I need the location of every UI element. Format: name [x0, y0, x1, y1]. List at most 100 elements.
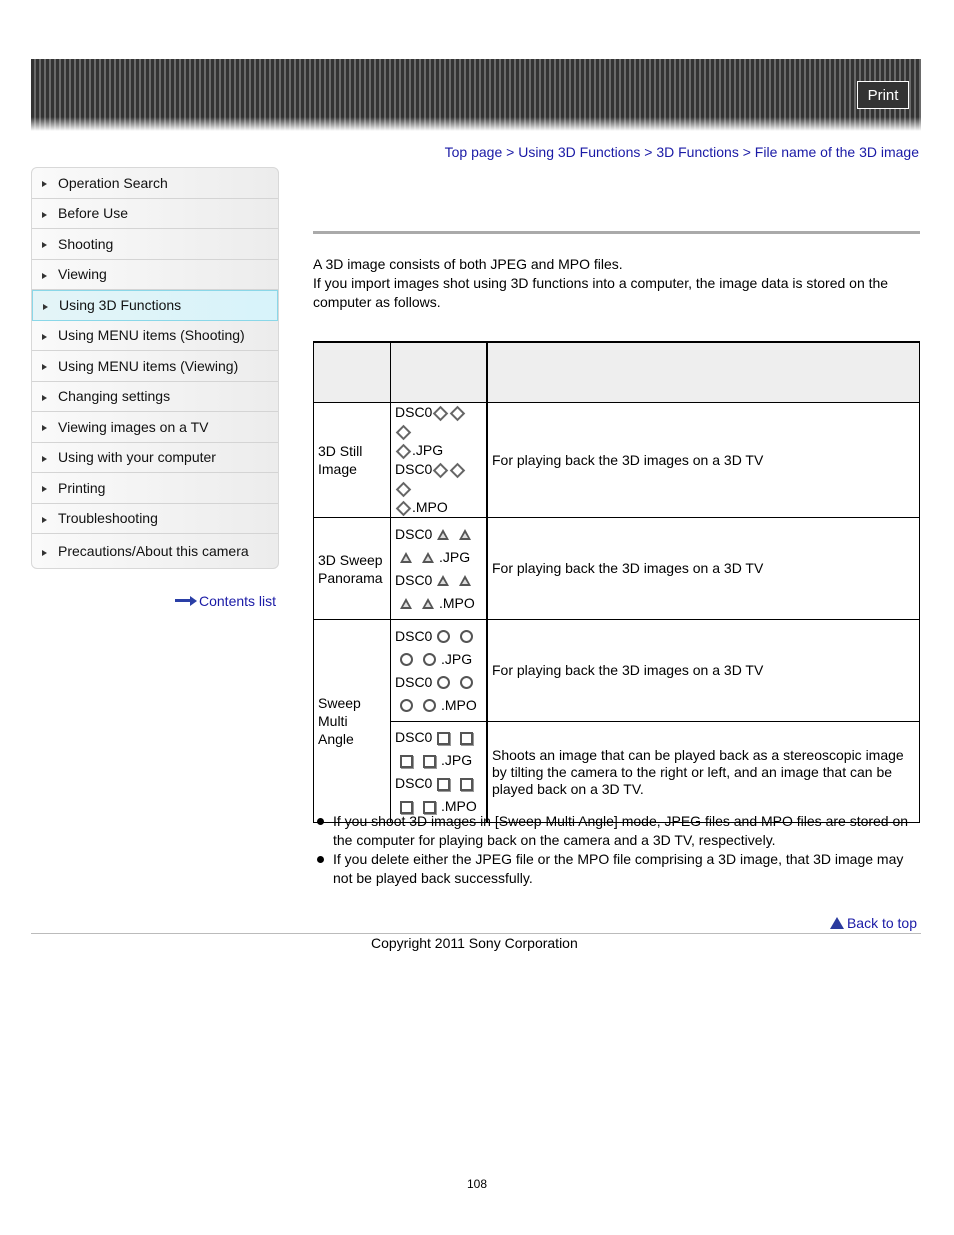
- note-item: If you shoot 3D images in [Sweep Multi A…: [313, 812, 920, 850]
- table-header-row: [313, 341, 920, 403]
- filename-prefix: DSC0: [395, 404, 433, 420]
- filename-ext-mpo: .MPO: [412, 499, 448, 515]
- diamond-icon: [433, 462, 449, 479]
- filename-cell: DSC0 .JPG DSC0 .MPO: [390, 402, 488, 518]
- filename-cell: DSC0 .JPG DSC0 .MPO: [390, 619, 488, 722]
- note-item: If you delete either the JPEG file or th…: [313, 850, 920, 888]
- sidebar-item-viewing[interactable]: Viewing: [32, 260, 278, 290]
- arrow-right-icon: [42, 333, 47, 340]
- filename-prefix: DSC0: [395, 775, 433, 791]
- sidebar-item-label: Changing settings: [58, 388, 171, 405]
- sidebar-item-operation-search[interactable]: Operation Search: [32, 168, 278, 199]
- square-icon: [400, 754, 413, 768]
- back-to-top-link[interactable]: Back to top: [829, 915, 917, 931]
- square-icon: [460, 731, 474, 745]
- circle-icon: [400, 699, 413, 713]
- arrow-right-icon: [42, 516, 47, 523]
- sidebar-item-troubleshooting[interactable]: Troubleshooting: [32, 504, 278, 534]
- sidebar-item-viewing-tv[interactable]: Viewing images on a TV: [32, 412, 278, 443]
- sidebar-item-label: Printing: [58, 479, 106, 496]
- contents-list-link[interactable]: Contents list: [175, 593, 276, 609]
- diamond-icon: [395, 443, 412, 460]
- diamond-icon: [450, 405, 466, 422]
- table-row: Sweep Multi Angle DSC0 .JPG DSC0 .MPO Fo…: [313, 619, 920, 823]
- square-icon: [460, 777, 474, 791]
- table-header-cell: [486, 341, 920, 403]
- sidebar-item-label: Operation Search: [58, 174, 168, 191]
- table-row: 3D Sweep Panorama DSC0 .JPG DSC0 .MPO Fo…: [313, 517, 920, 620]
- intro-text: A 3D image consists of both JPEG and MPO…: [313, 255, 920, 312]
- sidebar-item-label: Shooting: [58, 235, 114, 252]
- sidebar-item-using-3d-functions[interactable]: Using 3D Functions: [32, 290, 278, 321]
- sidebar-item-label: Using with your computer: [58, 449, 216, 466]
- triangle-icon: [422, 598, 434, 610]
- title-divider: [313, 231, 920, 234]
- notes-list: If you shoot 3D images in [Sweep Multi A…: [313, 812, 920, 888]
- breadcrumb-3d-functions[interactable]: 3D Functions: [656, 144, 738, 160]
- breadcrumb-separator: >: [742, 144, 751, 160]
- diamond-icon: [395, 424, 412, 441]
- filename-prefix: DSC0: [395, 673, 433, 690]
- breadcrumb-top-page[interactable]: Top page: [445, 144, 503, 160]
- sidebar-item-label: Using 3D Functions: [59, 297, 182, 314]
- filename-cell: DSC0 .JPG DSC0 .MPO: [390, 517, 488, 620]
- square-icon: [437, 777, 451, 791]
- table-row: 3D Still Image DSC0 .JPG DSC0 .MPO For p…: [313, 402, 920, 518]
- sidebar-item-label: Precautions/About this camera: [58, 543, 249, 559]
- breadcrumb-separator: >: [506, 144, 515, 160]
- arrow-right-icon: [43, 303, 48, 310]
- sidebar-item-before-use[interactable]: Before Use: [32, 199, 278, 229]
- filename-prefix: DSC0: [395, 571, 433, 588]
- sidebar-item-label: Using MENU items (Viewing): [58, 357, 239, 374]
- filename-prefix: DSC0: [395, 525, 433, 542]
- mode-cell: 3D Sweep Panorama: [313, 517, 391, 620]
- breadcrumb-separator: >: [644, 144, 653, 160]
- table-header-cell: [390, 341, 488, 403]
- sidebar-item-label: Viewing images on a TV: [58, 418, 209, 435]
- circle-icon: [423, 699, 436, 713]
- breadcrumb-current-page[interactable]: File name of the 3D image: [755, 144, 919, 160]
- circle-icon: [460, 676, 474, 690]
- arrow-right-icon: [42, 272, 47, 279]
- arrow-right-icon: [42, 455, 47, 462]
- sidebar-item-label: Troubleshooting: [58, 510, 158, 527]
- contents-list-label: Contents list: [199, 593, 277, 609]
- intro-line-2: If you import images shot using 3D funct…: [313, 275, 889, 310]
- sidebar-item-printing[interactable]: Printing: [32, 473, 278, 504]
- copyright-text: Copyright 2011 Sony Corporation: [371, 935, 578, 951]
- circle-icon: [437, 630, 451, 644]
- circle-icon: [400, 653, 413, 667]
- sidebar-item-label: Viewing: [58, 266, 107, 283]
- mode-cell: Sweep Multi Angle: [313, 619, 391, 823]
- sidebar-item-computer[interactable]: Using with your computer: [32, 443, 278, 473]
- filename-prefix: DSC0: [395, 461, 433, 477]
- triangle-icon: [459, 529, 472, 541]
- sidebar-item-precautions[interactable]: Precautions/About this camera: [32, 534, 278, 568]
- arrow-right-icon: [175, 596, 197, 606]
- page-number: 108: [466, 1177, 488, 1191]
- triangle-icon: [400, 552, 412, 564]
- mode-cell: 3D Still Image: [313, 402, 391, 518]
- square-icon: [423, 754, 436, 768]
- arrow-right-icon: [42, 211, 47, 218]
- circle-icon: [460, 630, 474, 644]
- filename-prefix: DSC0: [395, 729, 433, 745]
- filename-ext-mpo: .MPO: [439, 594, 475, 611]
- sidebar-item-menu-shooting[interactable]: Using MENU items (Shooting): [32, 321, 278, 351]
- arrow-right-icon: [42, 181, 47, 188]
- print-button[interactable]: Print: [857, 81, 909, 109]
- diamond-icon: [433, 405, 449, 422]
- breadcrumb-using-3d-functions[interactable]: Using 3D Functions: [518, 144, 640, 160]
- filename-ext-jpg: .JPG: [412, 442, 444, 458]
- filename-prefix: DSC0: [395, 627, 433, 644]
- triangle-icon: [422, 552, 434, 564]
- filename-ext-jpg: .JPG: [439, 548, 471, 565]
- filename-ext-jpg: .JPG: [441, 650, 473, 667]
- filename-ext-mpo: .MPO: [441, 696, 477, 713]
- header-banner: Print: [31, 59, 921, 131]
- sidebar-item-shooting[interactable]: Shooting: [32, 229, 278, 260]
- arrow-right-icon: [42, 364, 47, 371]
- sidebar-item-changing-settings[interactable]: Changing settings: [32, 382, 278, 412]
- triangle-icon: [437, 575, 450, 587]
- sidebar-item-menu-viewing[interactable]: Using MENU items (Viewing): [32, 351, 278, 382]
